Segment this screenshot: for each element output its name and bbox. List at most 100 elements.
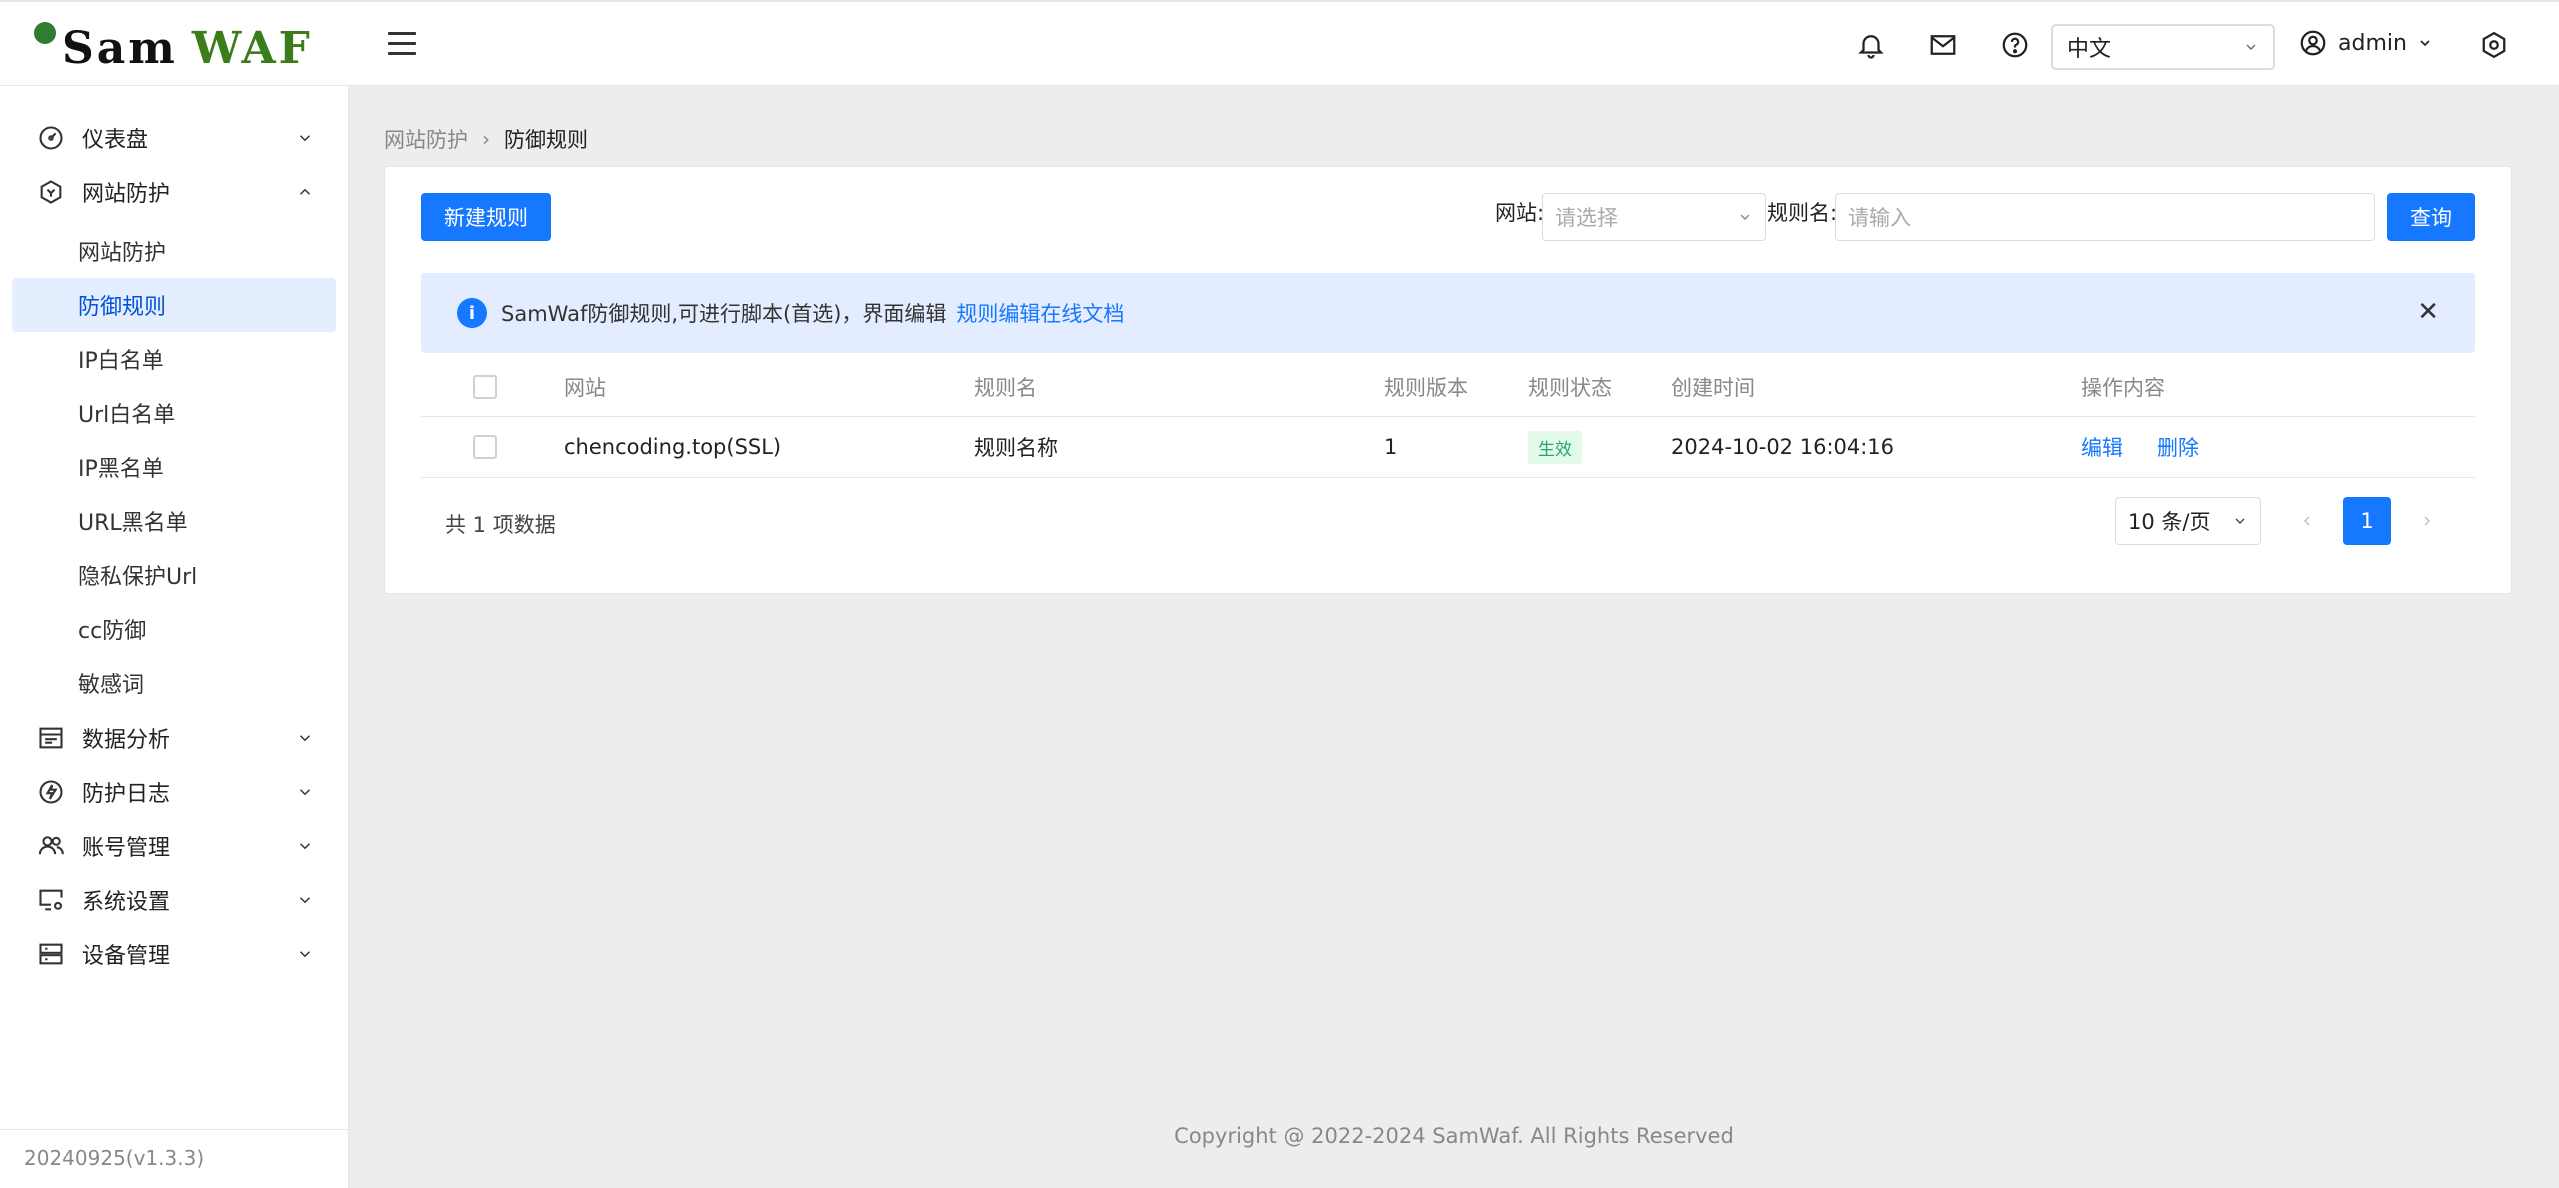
next-page-button[interactable] [2403, 497, 2451, 545]
chevron-down-icon [2235, 518, 2245, 524]
sidebar-group-data-analysis[interactable]: 数据分析 [12, 711, 336, 765]
mail-icon[interactable] [1926, 28, 1960, 62]
alert-message: SamWaf防御规则,可进行脚本(首选)，界面编辑 [501, 302, 947, 326]
page-number-button[interactable]: 1 [2343, 497, 2391, 545]
info-alert: i SamWaf防御规则,可进行脚本(首选)，界面编辑 规则编辑在线文档 ✕ [421, 273, 2475, 353]
chevron-down-icon [299, 135, 311, 142]
table-row: chencoding.top(SSL) 规则名称 1 生效 2024-10-02… [421, 417, 2475, 478]
version-text: 20240925(v1.3.3) [24, 1146, 205, 1170]
cell-operations: 编辑 删除 [2081, 417, 2233, 477]
chevron-right-icon [2424, 516, 2430, 526]
select-all-checkbox[interactable] [473, 374, 497, 399]
sidebar-group-account[interactable]: 账号管理 [12, 819, 336, 873]
monitor-settings-icon [36, 885, 66, 915]
sidebar-group-site-protection[interactable]: 网站防护 [12, 165, 336, 219]
cell-site: chencoding.top(SSL) [564, 435, 782, 459]
chevron-down-icon [299, 789, 311, 796]
chevron-down-icon [299, 843, 311, 850]
rule-name-filter-label: 规则名: [1767, 201, 1838, 225]
sidebar-item-ip-blacklist[interactable]: IP黑名单 [12, 440, 336, 494]
sidebar-group-label: 系统设置 [82, 890, 171, 915]
data-analysis-icon [36, 723, 66, 753]
rules-card: 新建规则 网站: 请选择 规则名: 请输入 查询 i SamWaf防御规则,可进… [384, 166, 2512, 594]
chevron-down-icon [299, 951, 311, 958]
shield-icon [36, 177, 66, 207]
chevron-down-icon [299, 897, 311, 904]
sidebar-group-label: 数据分析 [82, 728, 171, 753]
edit-link[interactable]: 编辑 [2081, 432, 2123, 462]
chevron-down-icon [299, 735, 311, 742]
chevron-down-icon [2420, 40, 2430, 47]
notification-bell-icon[interactable] [1854, 28, 1888, 62]
settings-icon[interactable] [2477, 28, 2511, 62]
column-header-site[interactable]: 网站 [564, 357, 606, 416]
sidebar-group-system-settings[interactable]: 系统设置 [12, 873, 336, 927]
site-select-placeholder: 请选择 [1555, 206, 1618, 230]
column-header-created[interactable]: 创建时间 [1671, 357, 1755, 416]
sidebar-group-device[interactable]: 设备管理 [12, 927, 336, 981]
chevron-left-icon [2304, 516, 2310, 526]
column-header-rule-name[interactable]: 规则名 [974, 357, 1037, 416]
cell-created: 2024-10-02 16:04:16 [1671, 435, 1895, 459]
help-icon[interactable] [1998, 28, 2032, 62]
sidebar-group-protection-log[interactable]: 防护日志 [12, 765, 336, 819]
column-header-version[interactable]: 规则版本 [1384, 357, 1468, 416]
site-filter-label: 网站: [1495, 201, 1545, 225]
sidebar-group-label: 网站防护 [82, 182, 171, 207]
sidebar-group-label: 设备管理 [82, 944, 171, 969]
rule-name-input[interactable]: 请输入 [1835, 193, 2375, 241]
cell-version: 1 [1384, 435, 1398, 459]
sidebar-item-site-protection[interactable]: 网站防护 [12, 224, 336, 278]
dashboard-icon [36, 123, 66, 153]
rule-name-placeholder: 请输入 [1848, 206, 1911, 230]
language-select[interactable]: 中文 [2051, 24, 2275, 70]
copyright-footer: Copyright @ 2022-2024 SamWaf. All Rights… [1174, 1124, 1734, 1148]
logo-text-sam: Sam [62, 23, 178, 74]
select-all-cell [473, 357, 497, 416]
close-icon[interactable]: ✕ [2417, 297, 2439, 327]
breadcrumb-separator-icon: › [482, 127, 490, 151]
server-icon [36, 939, 66, 969]
sidebar-item-url-blacklist[interactable]: URL黑名单 [12, 494, 336, 548]
column-header-status[interactable]: 规则状态 [1528, 357, 1612, 416]
sidebar-item-defense-rules[interactable]: 防御规则 [12, 278, 336, 332]
prev-page-button[interactable] [2283, 497, 2331, 545]
info-icon: i [457, 298, 487, 328]
top-header: Sam WAF 中文 admin [0, 0, 2559, 86]
breadcrumb-current: 防御规则 [504, 128, 588, 152]
status-badge: 生效 [1528, 430, 1582, 464]
sidebar-group-dashboard[interactable]: 仪表盘 [12, 111, 336, 165]
site-select[interactable]: 请选择 [1542, 193, 1766, 241]
column-header-operations: 操作内容 [2081, 375, 2165, 400]
breadcrumb-parent[interactable]: 网站防护 [384, 124, 468, 154]
app-logo[interactable]: Sam WAF [34, 16, 313, 74]
language-value: 中文 [2067, 37, 2112, 62]
page-size-select[interactable]: 10 条/页 [2115, 497, 2261, 545]
sidebar: 仪表盘 网站防护 网站防护 防御规则 IP白名单 Url白名单 IP黑名单 UR… [0, 86, 349, 1188]
sidebar-group-label: 账号管理 [82, 836, 171, 861]
menu-toggle-icon[interactable] [388, 32, 416, 56]
sidebar-group-label: 防护日志 [82, 782, 171, 807]
row-checkbox[interactable] [473, 435, 497, 459]
page-size-value: 10 条/页 [2128, 510, 2211, 534]
user-menu[interactable]: admin [2298, 28, 2433, 58]
username: admin [2338, 30, 2407, 56]
sidebar-item-sensitive-words[interactable]: 敏感词 [12, 656, 336, 710]
lightning-icon [36, 777, 66, 807]
query-button[interactable]: 查询 [2387, 193, 2475, 241]
delete-link[interactable]: 删除 [2157, 432, 2199, 462]
new-rule-button[interactable]: 新建规则 [421, 193, 551, 241]
sidebar-item-ip-whitelist[interactable]: IP白名单 [12, 332, 336, 386]
yin-yang-icon [34, 22, 56, 44]
cell-rule-name: 规则名称 [974, 436, 1058, 460]
users-icon [36, 831, 66, 861]
row-select-cell [473, 417, 497, 477]
rules-table: 网站 规则名 规则版本 规则状态 创建时间 操作内容 chencoding.to… [421, 357, 2475, 478]
chevron-up-icon [299, 188, 311, 195]
rule-docs-link[interactable]: 规则编辑在线文档 [956, 298, 1124, 328]
sidebar-item-privacy-url[interactable]: 隐私保护Url [12, 548, 336, 602]
sidebar-item-url-whitelist[interactable]: Url白名单 [12, 386, 336, 440]
sidebar-item-cc-defense[interactable]: cc防御 [12, 602, 336, 656]
cell-status: 生效 [1528, 417, 1582, 477]
sidebar-group-label: 仪表盘 [82, 128, 149, 153]
